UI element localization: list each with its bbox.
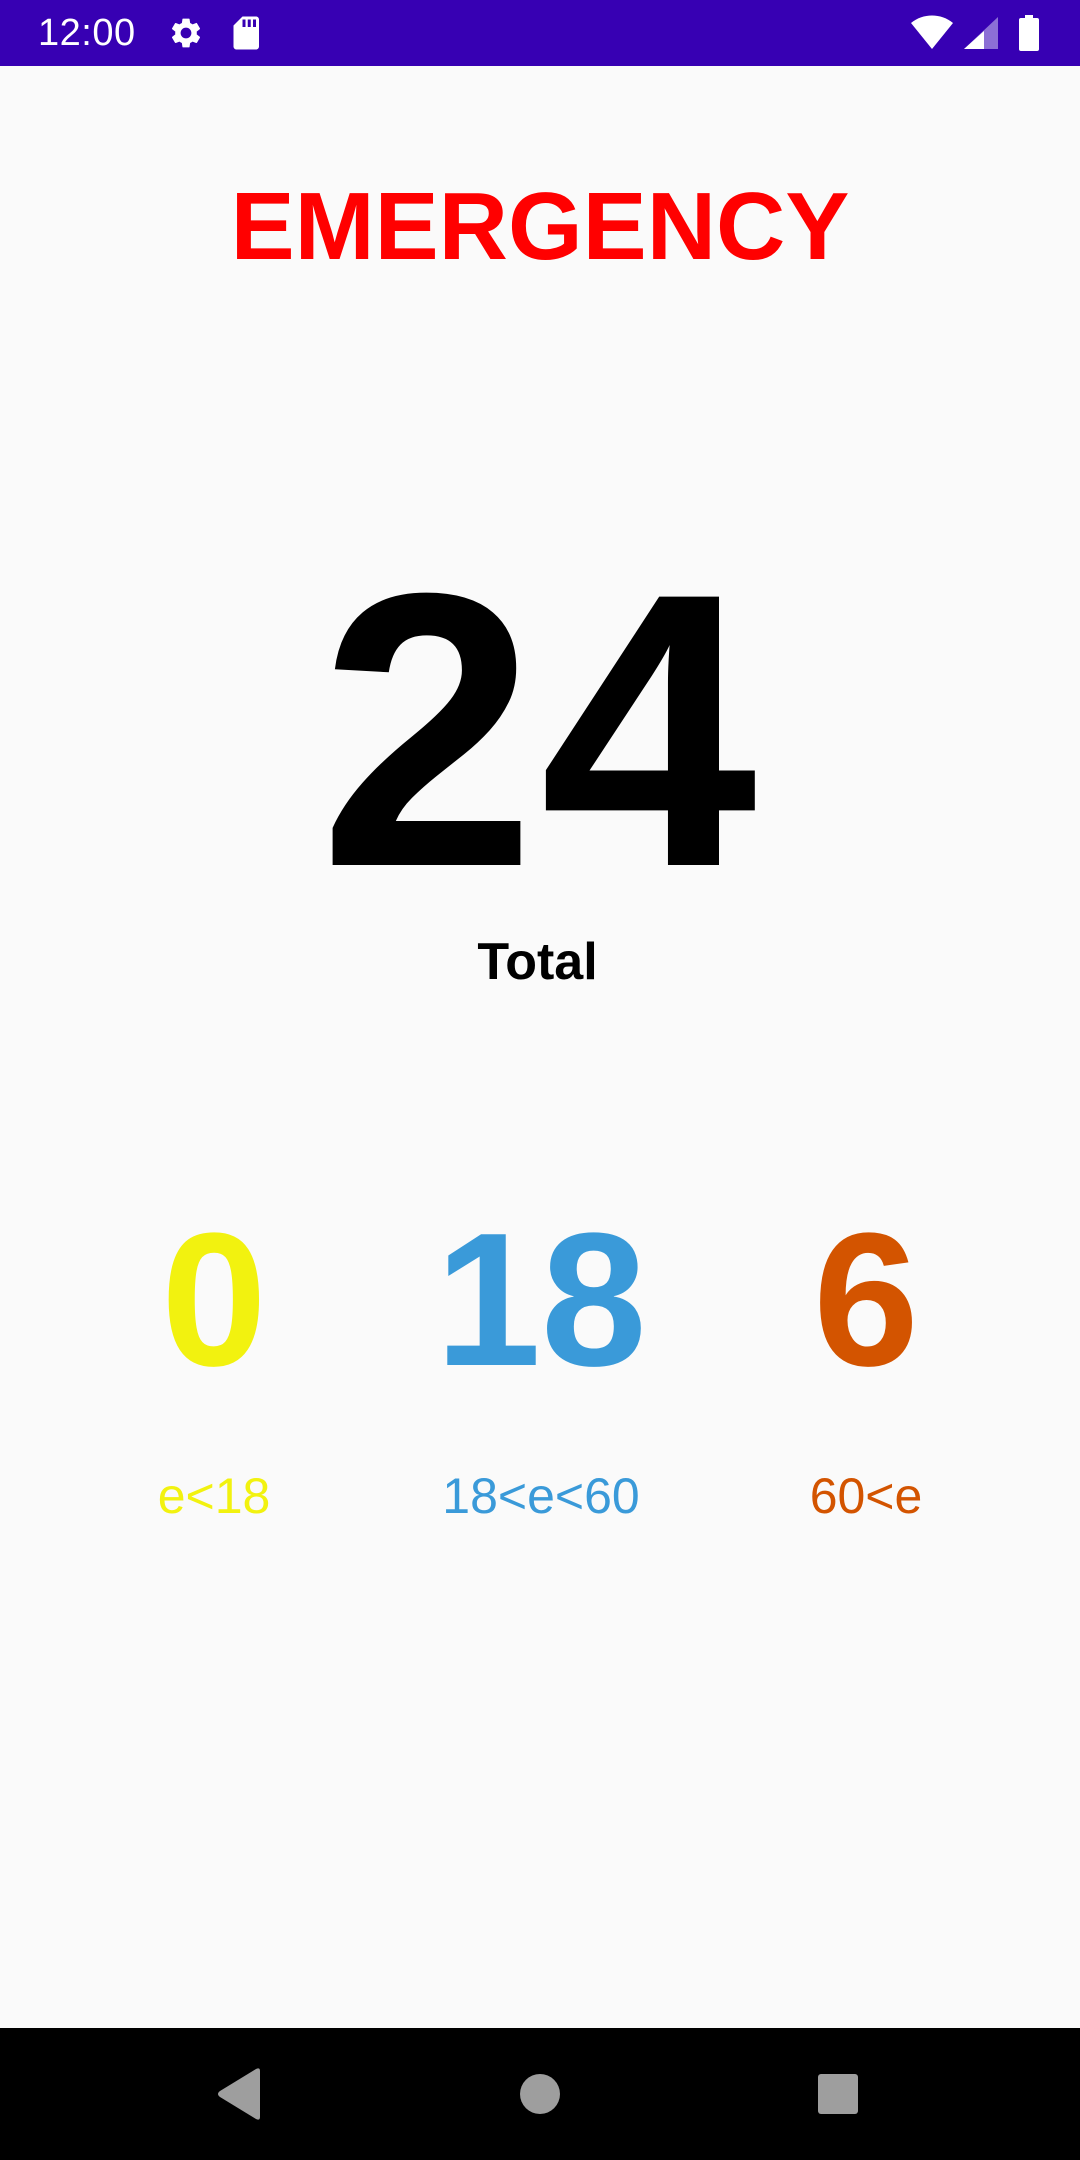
sd-card-icon (233, 16, 259, 50)
wifi-icon (911, 15, 953, 49)
total-label: Total (477, 933, 598, 991)
age-group-18-to-60: 18 18<e<60 (391, 1200, 691, 1524)
home-icon[interactable] (510, 2064, 570, 2124)
battery-icon (1019, 15, 1039, 51)
age-group-label: 60<e (809, 1468, 923, 1524)
recents-icon[interactable] (808, 2064, 868, 2124)
status-bar: 12:00 (0, 0, 1080, 66)
total-count: 24 (319, 512, 761, 948)
page-title: EMERGENCY (230, 173, 850, 280)
age-group-label: e<18 (157, 1468, 271, 1524)
gear-icon (171, 18, 201, 48)
status-time: 12:00 (38, 12, 136, 54)
age-group-count: 6 (813, 1194, 919, 1406)
age-group-label: 18<e<60 (442, 1468, 640, 1524)
signal-icon (964, 17, 998, 49)
age-group-over-60: 6 60<e (716, 1200, 1016, 1524)
navigation-bar (0, 2028, 1080, 2160)
age-group-count: 0 (161, 1194, 267, 1406)
back-icon[interactable] (210, 2064, 270, 2124)
age-group-count: 18 (435, 1194, 647, 1406)
age-group-under-18: 0 e<18 (64, 1200, 364, 1524)
